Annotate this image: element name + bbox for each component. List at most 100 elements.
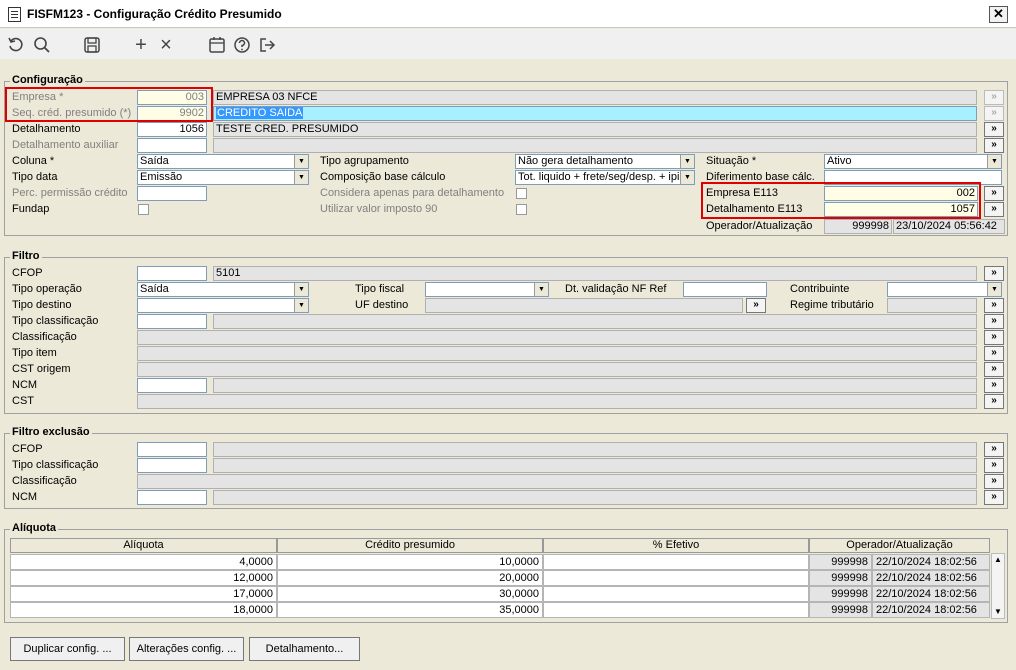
tipo-operacao-select[interactable]: Saída ▼ <box>137 282 309 297</box>
detalhamento-label: Detalhamento <box>12 123 81 135</box>
empresa-lookup-button[interactable]: » <box>984 90 1004 105</box>
tipo-item-label: Tipo item <box>12 347 57 359</box>
chevron-down-icon[interactable]: ▼ <box>680 171 694 184</box>
fundap-checkbox[interactable] <box>138 204 149 215</box>
close-button[interactable]: ✕ <box>989 6 1008 23</box>
cst-lookup-button[interactable]: » <box>984 394 1004 409</box>
table-cell-aliquota[interactable]: 4,0000 <box>10 554 277 570</box>
table-cell-efetivo[interactable] <box>543 586 809 602</box>
add-icon[interactable]: + <box>131 35 151 55</box>
delete-icon[interactable]: × <box>156 35 176 55</box>
tipo-item-lookup-button[interactable]: » <box>984 346 1004 361</box>
empresa-code-field[interactable]: 003 <box>137 90 207 105</box>
diferimento-field[interactable] <box>824 170 1002 185</box>
table-cell-aliquota[interactable]: 18,0000 <box>10 602 277 618</box>
tipo-fiscal-select[interactable]: ▼ <box>425 282 549 297</box>
excl-ncm-field[interactable] <box>137 490 207 505</box>
uf-destino-lookup-button[interactable]: » <box>746 298 766 313</box>
seq-lookup-button[interactable]: » <box>984 106 1004 121</box>
tipo-class-lookup-button[interactable]: » <box>984 314 1004 329</box>
table-cell-efetivo[interactable] <box>543 602 809 618</box>
ncm-field[interactable] <box>137 378 207 393</box>
tipo-destino-select[interactable]: ▼ <box>137 298 309 313</box>
scroll-down-icon[interactable]: ▼ <box>992 606 1004 618</box>
help-icon[interactable] <box>232 35 252 55</box>
chevron-down-icon[interactable]: ▼ <box>294 283 308 296</box>
table-cell-data: 22/10/2024 18:02:56 <box>872 570 990 586</box>
detalhamento-aux-code-field[interactable] <box>137 138 207 153</box>
duplicar-config-button[interactable]: Duplicar config. ... <box>10 637 125 661</box>
perc-field[interactable] <box>137 186 207 201</box>
filtro-cfop-lookup-button[interactable]: » <box>984 266 1004 281</box>
detalhamento-aux-lookup-button[interactable]: » <box>984 138 1004 153</box>
detalhamento-lookup-button[interactable]: » <box>984 122 1004 137</box>
empresa-e113-lookup-button[interactable]: » <box>984 186 1004 201</box>
seq-name-field: CREDITO SAIDA <box>213 106 977 121</box>
contribuinte-select[interactable]: ▼ <box>887 282 1002 297</box>
col-aliquota[interactable]: Alíquota <box>10 538 277 553</box>
chevron-down-icon[interactable]: ▼ <box>987 155 1001 168</box>
table-cell-efetivo[interactable] <box>543 554 809 570</box>
regime-lookup-button[interactable]: » <box>984 298 1004 313</box>
table-cell-credito[interactable]: 35,0000 <box>277 602 543 618</box>
dt-valid-field[interactable] <box>683 282 767 297</box>
table-cell-credito[interactable]: 20,0000 <box>277 570 543 586</box>
detalhamento-e113-field[interactable]: 1057 <box>824 202 978 217</box>
alteracoes-config-button[interactable]: Alterações config. ... <box>129 637 244 661</box>
chevron-down-icon[interactable]: ▼ <box>680 155 694 168</box>
save-icon[interactable] <box>82 35 102 55</box>
excl-cfop-lookup-button[interactable]: » <box>984 442 1004 457</box>
tipo-data-value: Emissão <box>140 171 183 183</box>
excl-ncm-label: NCM <box>12 491 38 503</box>
detalhamento-button[interactable]: Detalhamento... <box>249 637 360 661</box>
operador-date-field: 23/10/2024 05:56:42 <box>893 219 1005 234</box>
col-efetivo[interactable]: % Efetivo <box>543 538 809 553</box>
excl-ncm-lookup-button[interactable]: » <box>984 490 1004 505</box>
tipo-class-field[interactable] <box>137 314 207 329</box>
chevron-down-icon[interactable]: ▼ <box>987 283 1001 296</box>
cst-origem-lookup-button[interactable]: » <box>984 362 1004 377</box>
seq-code-field[interactable]: 9902 <box>137 106 207 121</box>
aliquota-scrollbar[interactable]: ▲ ▼ <box>991 553 1005 619</box>
scroll-up-icon[interactable]: ▲ <box>992 554 1004 566</box>
document-icon <box>8 7 21 22</box>
excl-tipo-class-lookup-button[interactable]: » <box>984 458 1004 473</box>
excl-ncm-list <box>213 490 977 505</box>
table-cell-aliquota[interactable]: 12,0000 <box>10 570 277 586</box>
excl-cfop-field[interactable] <box>137 442 207 457</box>
table-cell-data: 22/10/2024 18:02:56 <box>872 602 990 618</box>
ncm-lookup-button[interactable]: » <box>984 378 1004 393</box>
tipo-data-select[interactable]: Emissão ▼ <box>137 170 309 185</box>
table-cell-credito[interactable]: 10,0000 <box>277 554 543 570</box>
chevron-down-icon[interactable]: ▼ <box>534 283 548 296</box>
excl-class-lookup-button[interactable]: » <box>984 474 1004 489</box>
detalhamento-code-field[interactable]: 1056 <box>137 122 207 137</box>
detalhamento-e113-lookup-button[interactable]: » <box>984 202 1004 217</box>
col-operador[interactable]: Operador/Atualização <box>809 538 990 553</box>
situacao-select[interactable]: Ativo ▼ <box>824 154 1002 169</box>
coluna-select[interactable]: Saída ▼ <box>137 154 309 169</box>
refresh-icon[interactable] <box>6 35 26 55</box>
chevron-down-icon[interactable]: ▼ <box>294 299 308 312</box>
chevron-down-icon[interactable]: ▼ <box>294 171 308 184</box>
filtro-cfop-field[interactable] <box>137 266 207 281</box>
table-cell-credito[interactable]: 30,0000 <box>277 586 543 602</box>
table-cell-efetivo[interactable] <box>543 570 809 586</box>
chevron-down-icon[interactable]: ▼ <box>294 155 308 168</box>
calendar-icon[interactable] <box>207 35 227 55</box>
utilizar-checkbox[interactable] <box>516 204 527 215</box>
considera-checkbox[interactable] <box>516 188 527 199</box>
tipo-item-field <box>137 346 977 361</box>
col-credito[interactable]: Crédito presumido <box>277 538 543 553</box>
class-lookup-button[interactable]: » <box>984 330 1004 345</box>
tipo-class-list <box>213 314 977 329</box>
search-icon[interactable] <box>32 35 52 55</box>
table-cell-data: 22/10/2024 18:02:56 <box>872 554 990 570</box>
empresa-e113-field[interactable]: 002 <box>824 186 978 201</box>
excl-tipo-class-field[interactable] <box>137 458 207 473</box>
comp-base-select[interactable]: Tot. liquido + frete/seg/desp. + ipi ▼ <box>515 170 695 185</box>
table-cell-aliquota[interactable]: 17,0000 <box>10 586 277 602</box>
toolbar: + × <box>0 29 1016 59</box>
exit-icon[interactable] <box>257 35 277 55</box>
tipo-agrup-select[interactable]: Não gera detalhamento ▼ <box>515 154 695 169</box>
